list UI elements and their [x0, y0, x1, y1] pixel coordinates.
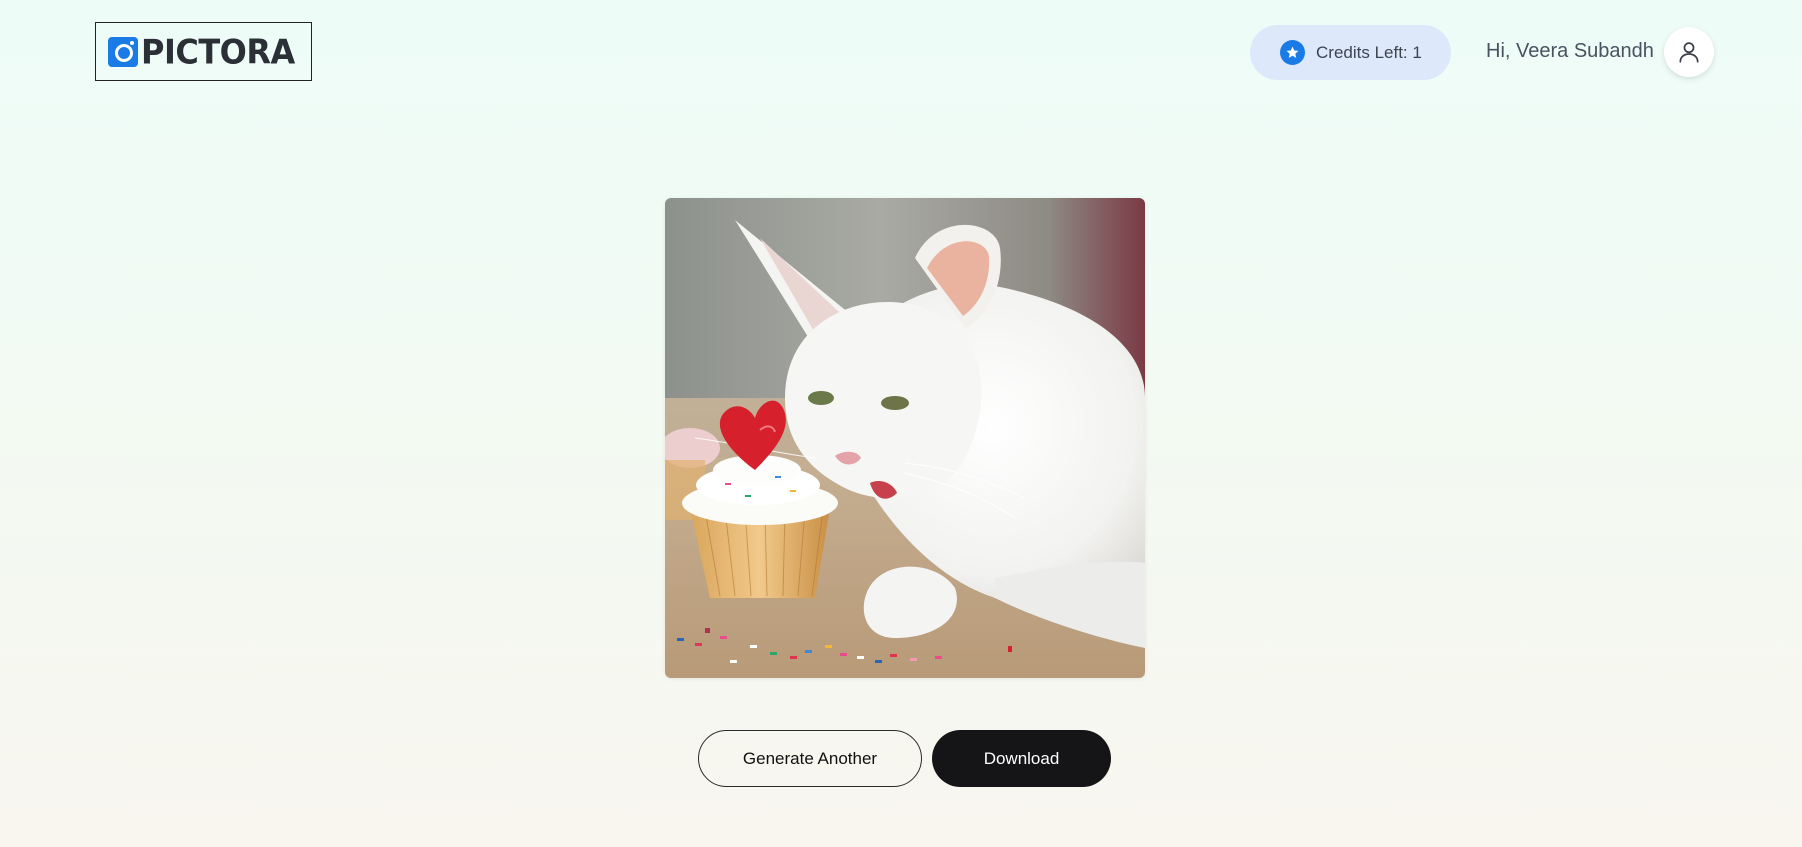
credits-badge[interactable]: Credits Left: 1: [1250, 25, 1451, 80]
download-button[interactable]: Download: [932, 730, 1111, 787]
user-greeting: Hi, Veera Subandh: [1486, 40, 1654, 62]
top-header: PICTORA Credits Left: 1 Hi, Veera Suband…: [0, 0, 1802, 100]
generate-another-button[interactable]: Generate Another: [698, 730, 922, 787]
camera-icon: [108, 36, 138, 67]
logo-text: PICTORA: [141, 31, 295, 72]
user-icon: [1679, 42, 1699, 63]
pictora-logo[interactable]: PICTORA: [95, 22, 312, 81]
generated-image: [665, 198, 1145, 678]
credits-left-text: Credits Left: 1: [1316, 42, 1422, 62]
profile-avatar-button[interactable]: [1664, 27, 1714, 77]
star-icon: [1280, 40, 1305, 65]
generated-image-art: [665, 198, 1145, 678]
